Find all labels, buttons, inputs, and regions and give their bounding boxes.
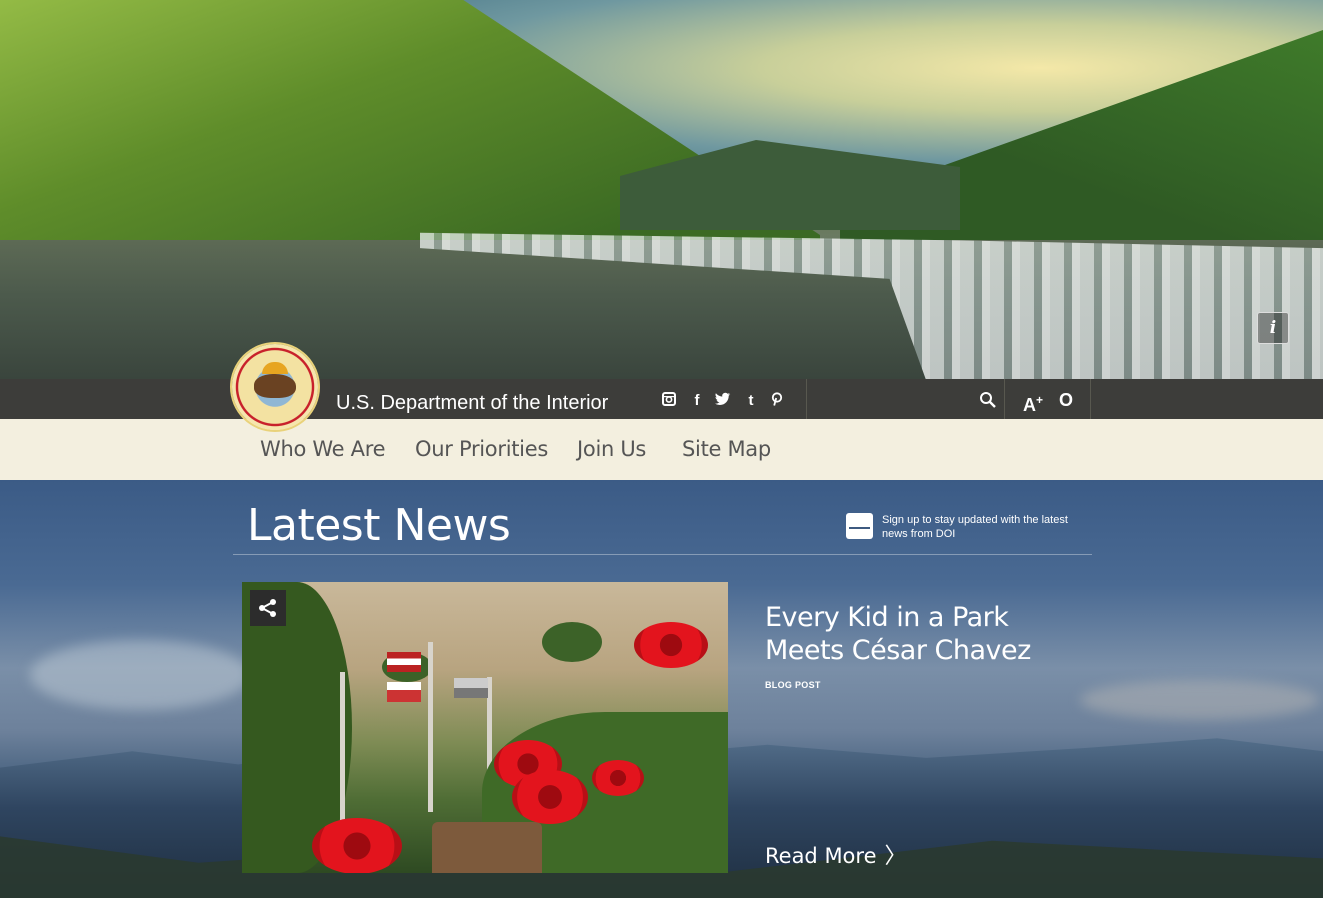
envelope-icon[interactable] <box>846 513 873 539</box>
nav-our-priorities[interactable]: Our Priorities <box>415 437 548 461</box>
image-flag <box>387 682 421 702</box>
nav-site-map[interactable]: Site Map <box>682 437 771 461</box>
read-more-label: Read More <box>765 844 877 868</box>
text-size-sup: + <box>1035 393 1043 407</box>
pinterest-icon[interactable] <box>768 392 786 410</box>
bg-cloud <box>30 640 250 710</box>
hero-banner <box>0 0 1323 379</box>
site-title[interactable]: U.S. Department of the Interior <box>336 392 608 415</box>
chevron-right-icon: 〉 <box>884 844 907 869</box>
photo-info-button[interactable]: i <box>1257 312 1289 344</box>
seal-sun <box>262 362 288 374</box>
image-flag <box>387 652 421 672</box>
seal-bison <box>254 374 296 398</box>
nav-who-we-are[interactable]: Who We Are <box>260 437 385 461</box>
header-divider <box>806 379 807 419</box>
image-bench <box>432 822 542 873</box>
search-icon[interactable] <box>977 388 999 412</box>
contrast-toggle-button[interactable]: O <box>1055 388 1077 412</box>
image-rose <box>634 622 708 668</box>
twitter-icon[interactable] <box>714 392 732 410</box>
latest-news-heading: Latest News <box>247 500 511 551</box>
image-flagpole <box>428 642 433 812</box>
main-nav <box>0 419 1323 480</box>
doi-seal-logo[interactable] <box>232 344 318 430</box>
feature-story-image[interactable] <box>242 582 728 873</box>
facebook-icon[interactable]: f <box>688 392 706 410</box>
image-rose <box>512 770 588 824</box>
image-rose <box>312 818 402 873</box>
image-rose <box>592 760 644 796</box>
tumblr-icon[interactable]: t <box>742 392 760 410</box>
text-size-label: A <box>1022 395 1036 415</box>
feature-story-title[interactable]: Every Kid in a Park Meets César Chavez <box>765 601 1065 667</box>
instagram-icon[interactable] <box>660 392 678 410</box>
text-size-button[interactable]: A+ <box>1020 388 1046 415</box>
feature-story-type: BLOG POST <box>765 680 821 690</box>
image-flag <box>454 678 488 698</box>
news-divider <box>233 554 1092 555</box>
image-shrub <box>542 622 602 662</box>
image-flagpole <box>340 672 345 822</box>
nav-join-us[interactable]: Join Us <box>577 437 646 461</box>
header-divider <box>1090 379 1091 419</box>
header-divider <box>1004 379 1005 419</box>
read-more-link[interactable]: Read More 〉 <box>765 838 907 870</box>
share-icon[interactable] <box>250 590 286 626</box>
newsletter-signup-link[interactable]: Sign up to stay updated with the latest … <box>882 513 1082 541</box>
bg-cloud <box>1080 680 1320 720</box>
